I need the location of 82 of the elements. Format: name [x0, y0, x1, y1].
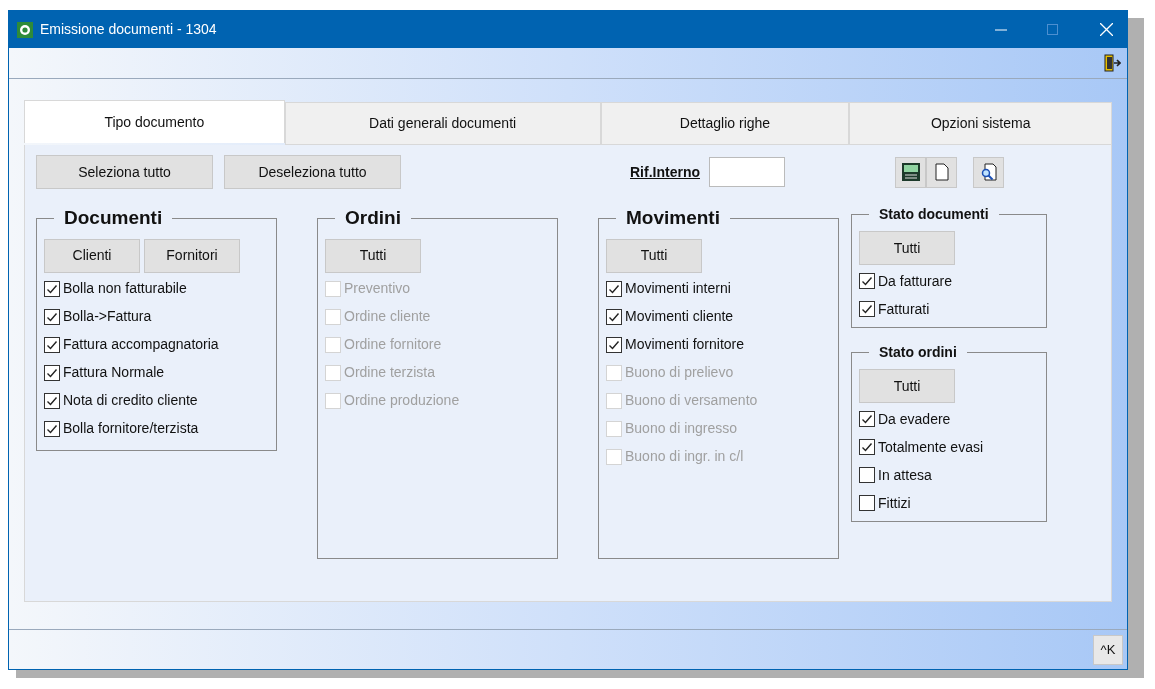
- monitor-icon: [900, 162, 921, 182]
- checkbox-label: Ordine cliente: [344, 307, 431, 326]
- checkbox[interactable]: [44, 308, 60, 325]
- window-title: Emissione documenti - 1304: [40, 20, 217, 39]
- tab[interactable]: Dettaglio righe: [600, 102, 850, 145]
- checkbox[interactable]: [859, 439, 875, 455]
- checkbox[interactable]: [44, 280, 60, 297]
- checkbox-label: Totalmente evasi: [878, 437, 984, 457]
- checkmark-icon: [46, 422, 58, 435]
- checkbox-label: Buono di ingresso: [625, 419, 738, 438]
- group-title: Movimenti: [625, 206, 721, 230]
- checkmark-icon: [608, 282, 620, 295]
- checkmark-icon: [608, 310, 620, 323]
- button[interactable]: Seleziona tutto: [36, 155, 213, 189]
- new-document-button[interactable]: [926, 156, 957, 188]
- checkmark-icon: [46, 338, 58, 351]
- group-title: Ordini: [344, 206, 402, 230]
- checkbox-label: Fatturati: [878, 299, 930, 319]
- checkbox-label: Fattura accompagnatoria: [63, 335, 219, 354]
- checkbox-label: Movimenti cliente: [625, 307, 734, 326]
- document-search-icon: [979, 163, 998, 181]
- checkbox[interactable]: [606, 308, 622, 325]
- checkmark-icon: [608, 338, 620, 351]
- checkbox-label: Da evadere: [878, 409, 951, 429]
- checkbox-label: Fittizi: [878, 493, 911, 513]
- button[interactable]: Tutti: [606, 238, 702, 273]
- checkbox-label: Buono di prelievo: [625, 363, 734, 382]
- checkbox[interactable]: [606, 336, 622, 353]
- screen-icon-button[interactable]: [895, 156, 926, 188]
- checkmark-icon: [861, 275, 873, 287]
- button[interactable]: Deseleziona tutto: [224, 155, 401, 189]
- button[interactable]: Fornitori: [144, 238, 240, 273]
- button[interactable]: Tutti: [859, 231, 955, 265]
- search-document-button[interactable]: [973, 156, 1004, 188]
- checkmark-icon: [46, 282, 58, 295]
- checkbox-label: Ordine produzione: [344, 391, 460, 410]
- document-icon: [934, 163, 949, 181]
- checkmark-icon: [861, 441, 873, 453]
- checkbox[interactable]: [44, 420, 60, 437]
- checkbox[interactable]: [859, 273, 875, 289]
- checkbox[interactable]: [859, 411, 875, 427]
- button[interactable]: Tutti: [859, 369, 955, 403]
- checkbox[interactable]: [606, 280, 622, 297]
- checkbox-label: Da fatturare: [878, 271, 952, 291]
- checkbox-label: Bolla->Fattura: [63, 307, 152, 326]
- checkmark-icon: [46, 394, 58, 407]
- group-title: Stato ordini: [878, 343, 958, 362]
- group-title: Documenti: [63, 206, 164, 230]
- checkmark-icon: [861, 303, 873, 315]
- checkbox[interactable]: [859, 467, 875, 483]
- checkbox-label: Buono di versamento: [625, 391, 758, 410]
- button[interactable]: Clienti: [44, 238, 140, 273]
- field-label: Rif.Interno: [630, 162, 700, 182]
- exit-door-icon[interactable]: [1103, 54, 1121, 72]
- checkbox[interactable]: [44, 364, 60, 381]
- checkbox[interactable]: [859, 301, 875, 317]
- checkmark-icon: [46, 310, 58, 323]
- checkbox-label: Preventivo: [344, 279, 411, 298]
- checkmark-icon: [46, 366, 58, 379]
- checkbox[interactable]: [44, 336, 60, 353]
- checkbox-label: In attesa: [878, 465, 932, 485]
- checkbox-label: Nota di credito cliente: [63, 391, 198, 410]
- checkbox-label: Movimenti fornitore: [625, 335, 745, 354]
- rif-interno-field[interactable]: [709, 157, 785, 187]
- checkbox-label: Fattura Normale: [63, 363, 165, 382]
- tab[interactable]: Tipo documento: [24, 100, 285, 143]
- app-icon: [17, 21, 33, 38]
- checkbox-label: Bolla non fatturabile: [63, 279, 187, 298]
- checkbox[interactable]: [859, 495, 875, 511]
- checkbox-label: Ordine fornitore: [344, 335, 442, 354]
- checkmark-icon: [861, 413, 873, 425]
- close-icon[interactable]: [1100, 23, 1113, 36]
- checkbox[interactable]: [44, 392, 60, 409]
- button[interactable]: Tutti: [325, 238, 421, 273]
- checkbox-label: Movimenti interni: [625, 279, 731, 298]
- group-title: Stato documenti: [878, 205, 990, 224]
- checkbox-label: Buono di ingr. in c/l: [625, 447, 744, 466]
- checkbox-label: Ordine terzista: [344, 363, 436, 382]
- shortcut-button[interactable]: ^K: [1093, 634, 1123, 665]
- checkbox-label: Bolla fornitore/terzista: [63, 419, 199, 438]
- tab[interactable]: Opzioni sistema: [849, 102, 1112, 145]
- tab[interactable]: Dati generali documenti: [284, 102, 601, 145]
